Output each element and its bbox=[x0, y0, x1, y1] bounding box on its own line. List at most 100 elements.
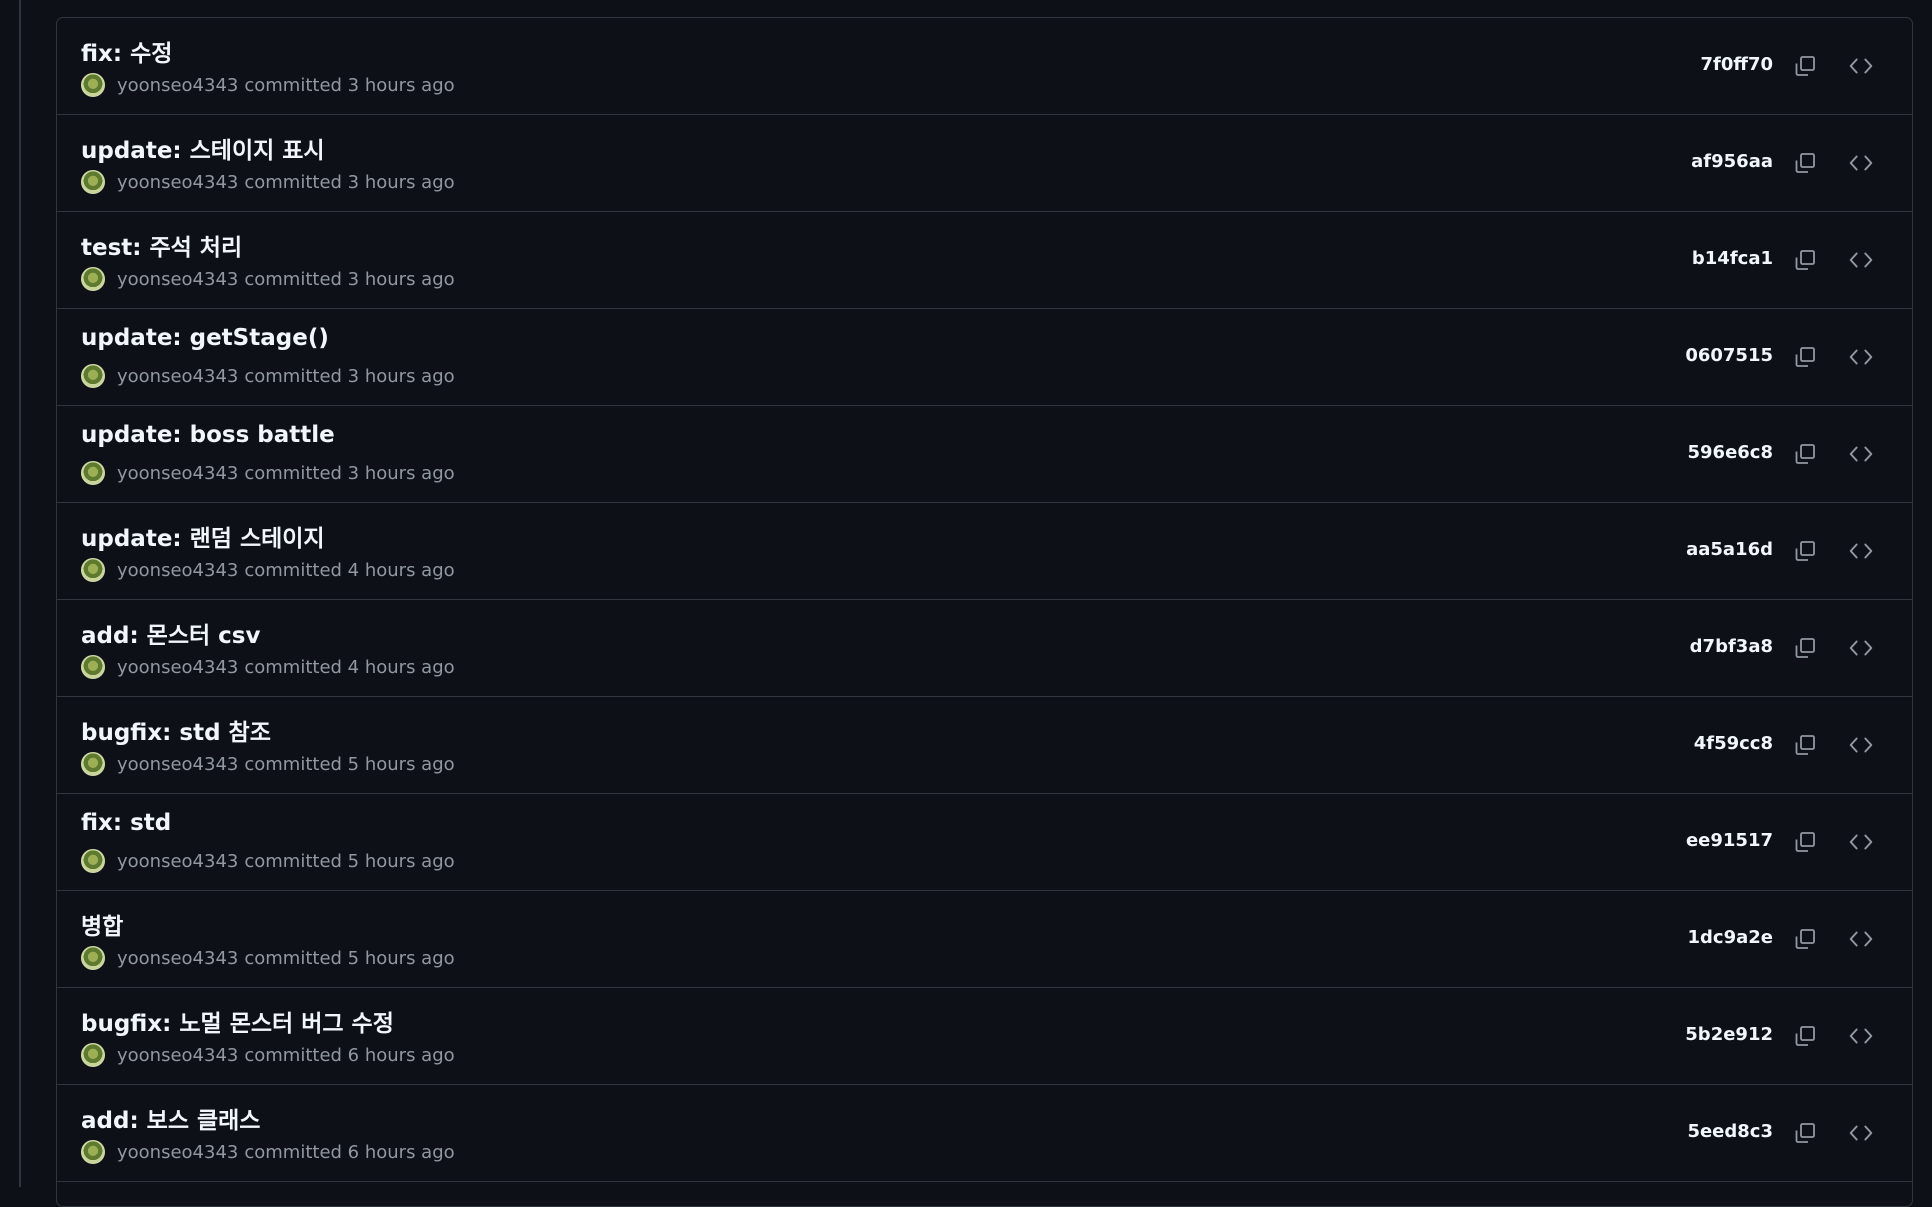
commit-row: bugfix: std 참조 yoonseo4343 committed 5 h… bbox=[57, 697, 1912, 794]
commit-author[interactable]: yoonseo4343 bbox=[117, 948, 238, 969]
avatar[interactable] bbox=[81, 267, 105, 291]
code-icon bbox=[1849, 155, 1873, 171]
commit-sha-link[interactable]: 596e6c8 bbox=[1688, 442, 1774, 463]
avatar[interactable] bbox=[81, 1140, 105, 1164]
copy-sha-button[interactable] bbox=[1790, 439, 1820, 469]
avatar[interactable] bbox=[81, 849, 105, 873]
copy-icon bbox=[1795, 1123, 1815, 1143]
code-icon bbox=[1849, 349, 1873, 365]
commit-author[interactable]: yoonseo4343 bbox=[117, 1045, 238, 1066]
commit-sha-link[interactable]: aa5a16d bbox=[1686, 539, 1773, 560]
copy-sha-button[interactable] bbox=[1790, 148, 1820, 178]
browse-repo-button[interactable] bbox=[1846, 924, 1876, 954]
commit-sha-link[interactable]: af956aa bbox=[1691, 151, 1773, 172]
copy-sha-button[interactable] bbox=[1790, 1118, 1820, 1148]
avatar[interactable] bbox=[81, 655, 105, 679]
commit-meta: yoonseo4343 committed 5 hours ago bbox=[81, 752, 455, 776]
browse-repo-button[interactable] bbox=[1846, 342, 1876, 372]
commit-sha-link[interactable]: d7bf3a8 bbox=[1690, 636, 1773, 657]
browse-repo-button[interactable] bbox=[1846, 439, 1876, 469]
avatar[interactable] bbox=[81, 170, 105, 194]
commit-time: committed 3 hours ago bbox=[244, 462, 455, 484]
browse-repo-button[interactable] bbox=[1846, 245, 1876, 275]
commit-author[interactable]: yoonseo4343 bbox=[117, 560, 238, 581]
copy-sha-button[interactable] bbox=[1790, 536, 1820, 566]
commit-meta: yoonseo4343 committed 4 hours ago bbox=[81, 558, 455, 582]
code-icon bbox=[1849, 1028, 1873, 1044]
browse-repo-button[interactable] bbox=[1846, 1118, 1876, 1148]
commit-message-link[interactable]: 병합 bbox=[81, 907, 123, 941]
copy-sha-button[interactable] bbox=[1790, 342, 1820, 372]
commit-message-link[interactable]: add: 몬스터 csv bbox=[81, 616, 260, 650]
commit-time: committed 3 hours ago bbox=[244, 74, 455, 96]
copy-icon bbox=[1795, 56, 1815, 76]
copy-sha-button[interactable] bbox=[1790, 827, 1820, 857]
commit-meta: yoonseo4343 committed 3 hours ago bbox=[81, 170, 455, 194]
copy-sha-button[interactable] bbox=[1790, 730, 1820, 760]
commit-author[interactable]: yoonseo4343 bbox=[117, 851, 238, 872]
copy-sha-button[interactable] bbox=[1790, 51, 1820, 81]
avatar[interactable] bbox=[81, 461, 105, 485]
commit-meta: yoonseo4343 committed 5 hours ago bbox=[81, 849, 455, 873]
commit-time: committed 6 hours ago bbox=[244, 1141, 455, 1163]
commit-message-link[interactable]: fix: std bbox=[81, 810, 171, 836]
commit-sha-link[interactable]: 5eed8c3 bbox=[1687, 1121, 1773, 1142]
commit-message-link[interactable]: bugfix: 노멀 몬스터 버그 수정 bbox=[81, 1004, 394, 1038]
commit-message-link[interactable]: update: getStage() bbox=[81, 325, 329, 351]
code-icon bbox=[1849, 640, 1873, 656]
copy-sha-button[interactable] bbox=[1790, 1021, 1820, 1051]
avatar[interactable] bbox=[81, 364, 105, 388]
avatar[interactable] bbox=[81, 558, 105, 582]
commit-author[interactable]: yoonseo4343 bbox=[117, 75, 238, 96]
commit-message-link[interactable]: test: 주석 처리 bbox=[81, 228, 242, 262]
commit-meta: yoonseo4343 committed 3 hours ago bbox=[81, 267, 455, 291]
copy-icon bbox=[1795, 638, 1815, 658]
commit-author[interactable]: yoonseo4343 bbox=[117, 657, 238, 678]
commit-meta: yoonseo4343 committed 6 hours ago bbox=[81, 1140, 455, 1164]
commit-sha-link[interactable]: ee91517 bbox=[1686, 830, 1773, 851]
commit-time: committed 5 hours ago bbox=[244, 850, 455, 872]
commit-author[interactable]: yoonseo4343 bbox=[117, 1142, 238, 1163]
browse-repo-button[interactable] bbox=[1846, 827, 1876, 857]
copy-icon bbox=[1795, 735, 1815, 755]
avatar[interactable] bbox=[81, 73, 105, 97]
commit-list: fix: 수정 yoonseo4343 committed 3 hours ag… bbox=[56, 17, 1913, 1207]
avatar[interactable] bbox=[81, 752, 105, 776]
commit-row: 병합 yoonseo4343 committed 5 hours ago 1dc… bbox=[57, 891, 1912, 988]
commit-message-link[interactable]: update: boss battle bbox=[81, 422, 335, 448]
commit-message-link[interactable]: fix: 수정 bbox=[81, 34, 172, 68]
commit-message-link[interactable]: bugfix: std 참조 bbox=[81, 713, 271, 747]
commit-author[interactable]: yoonseo4343 bbox=[117, 366, 238, 387]
browse-repo-button[interactable] bbox=[1846, 730, 1876, 760]
browse-repo-button[interactable] bbox=[1846, 633, 1876, 663]
code-icon bbox=[1849, 1125, 1873, 1141]
commit-author[interactable]: yoonseo4343 bbox=[117, 463, 238, 484]
commit-meta: yoonseo4343 committed 6 hours ago bbox=[81, 1043, 455, 1067]
commit-author[interactable]: yoonseo4343 bbox=[117, 172, 238, 193]
commit-message-link[interactable]: add: 보스 클래스 bbox=[81, 1101, 260, 1135]
commit-message-link[interactable]: update: 스테이지 표시 bbox=[81, 131, 325, 165]
commit-sha-link[interactable]: 1dc9a2e bbox=[1688, 927, 1773, 948]
avatar[interactable] bbox=[81, 1043, 105, 1067]
commit-meta: yoonseo4343 committed 3 hours ago bbox=[81, 73, 455, 97]
browse-repo-button[interactable] bbox=[1846, 148, 1876, 178]
avatar[interactable] bbox=[81, 946, 105, 970]
commit-sha-link[interactable]: 4f59cc8 bbox=[1694, 733, 1773, 754]
commit-row: bugfix: 노멀 몬스터 버그 수정 yoonseo4343 committ… bbox=[57, 988, 1912, 1085]
code-icon bbox=[1849, 834, 1873, 850]
commit-author[interactable]: yoonseo4343 bbox=[117, 269, 238, 290]
browse-repo-button[interactable] bbox=[1846, 51, 1876, 81]
browse-repo-button[interactable] bbox=[1846, 1021, 1876, 1051]
commit-sha-link[interactable]: 5b2e912 bbox=[1685, 1024, 1773, 1045]
commit-sha-link[interactable]: b14fca1 bbox=[1692, 248, 1773, 269]
copy-sha-button[interactable] bbox=[1790, 245, 1820, 275]
copy-sha-button[interactable] bbox=[1790, 924, 1820, 954]
commit-sha-link[interactable]: 0607515 bbox=[1685, 345, 1773, 366]
commit-sha-link[interactable]: 7f0ff70 bbox=[1700, 54, 1773, 75]
commit-author[interactable]: yoonseo4343 bbox=[117, 754, 238, 775]
commit-message-link[interactable]: update: 랜덤 스테이지 bbox=[81, 519, 325, 553]
browse-repo-button[interactable] bbox=[1846, 536, 1876, 566]
copy-sha-button[interactable] bbox=[1790, 633, 1820, 663]
copy-icon bbox=[1795, 929, 1815, 949]
commit-row: fix: std yoonseo4343 committed 5 hours a… bbox=[57, 794, 1912, 891]
